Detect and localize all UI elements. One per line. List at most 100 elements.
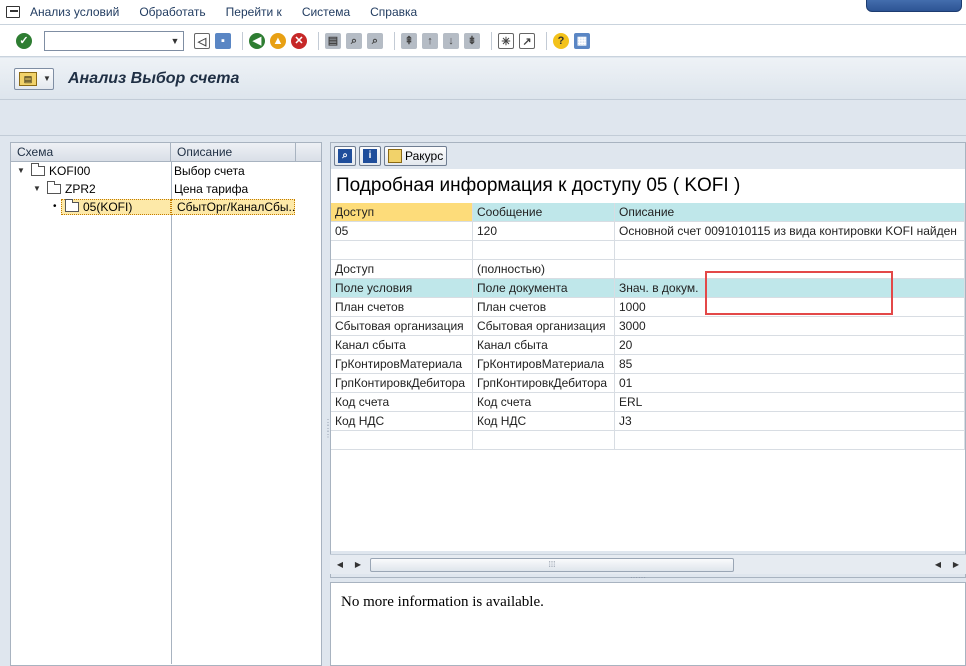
detail-toolbar: ⌕ i Ракурс [331, 143, 965, 169]
scroll-right-icon[interactable]: ▶ [352, 559, 364, 571]
cell-condition-field: ГрпКонтировкДебитора [331, 374, 473, 392]
col-header-description[interactable]: Описание [615, 203, 965, 221]
table-row[interactable]: Канал сбыта Канал сбыта 20 [331, 336, 965, 355]
chevron-down-icon[interactable]: ▼ [169, 35, 181, 47]
toolbar-separator [318, 31, 319, 50]
tree-node-label[interactable]: ZPR2 [65, 180, 96, 198]
cell-document-field: ГрКонтировМатериала [473, 355, 615, 373]
tree-body: ▼ KOFI00 Выбор счета ▼ ZPR2 Цена тарифа … [11, 162, 321, 664]
scroll-left-icon[interactable]: ◀ [334, 559, 346, 571]
find-next-icon[interactable]: ⌕ [367, 32, 383, 49]
info-message: No more information is available. [341, 594, 544, 610]
tree-node-label[interactable]: 05(KOFI) [83, 198, 132, 216]
cell-value: (полностью) [473, 260, 615, 278]
toolbar-separator [546, 31, 547, 50]
page-title: Анализ Выбор счета [68, 69, 240, 87]
vertical-splitter-handle[interactable]: ⋮ ⋮ ⋮ [324, 419, 332, 444]
cell-description: Основной счет 0091010115 из вида контиро… [615, 222, 965, 240]
save-icon[interactable]: ▪ [215, 32, 231, 49]
cancel-icon[interactable]: ✕ [291, 32, 307, 49]
find-button[interactable]: ⌕ [334, 146, 356, 166]
command-field[interactable]: ▼ [44, 30, 184, 51]
binoculars-icon: ⌕ [338, 149, 352, 163]
prev-page-icon[interactable]: ↑ [422, 32, 438, 49]
find-icon[interactable]: ⌕ [346, 32, 362, 49]
application-toolbar [0, 100, 966, 136]
cell-document-field: Код счета [473, 393, 615, 411]
cell-document-field: Канал сбыта [473, 336, 615, 354]
tree-row-selected[interactable]: • 05(KOFI) СбытОрг/КаналСбы... [11, 198, 321, 216]
scroll-right-end-icon[interactable]: ▶ [950, 559, 962, 571]
next-page-icon[interactable]: ↓ [443, 32, 459, 49]
tree-header-schema[interactable]: Схема [11, 143, 171, 161]
view-icon [388, 149, 402, 163]
cell-condition-field: ГрКонтировМатериала [331, 355, 473, 373]
command-input[interactable] [45, 31, 165, 50]
scroll-left-end-icon[interactable]: ◀ [932, 559, 944, 571]
window-controls[interactable] [866, 0, 962, 12]
shortcut-icon[interactable]: ↗ [519, 32, 535, 49]
cell-document-field: План счетов [473, 298, 615, 316]
expand-triangle-icon[interactable]: ▼ [17, 162, 25, 180]
col-header-condition-field[interactable]: Поле условия [331, 279, 473, 297]
cell-document-value: ERL [615, 393, 965, 411]
view-button-label: Ракурс [405, 149, 444, 163]
tree-row[interactable]: ▼ KOFI00 Выбор счета [11, 162, 321, 180]
toolbar-separator [491, 31, 492, 50]
menu-exit-icon[interactable] [6, 6, 20, 18]
help-icon[interactable]: ? [553, 32, 569, 49]
context-menu-icon: ▤ [19, 71, 37, 86]
detail-pane: ⌕ i Ракурс Подробная информация к доступ… [330, 142, 966, 578]
col-header-document-field[interactable]: Поле документа [473, 279, 615, 297]
table-row[interactable]: Код счета Код счета ERL [331, 393, 965, 412]
scrollbar-thumb[interactable]: ⁞⁞⁞ [370, 558, 734, 572]
open-folder-icon [47, 181, 61, 194]
cell-document-value: 85 [615, 355, 965, 373]
cell-condition-field: Канал сбыта [331, 336, 473, 354]
table-row[interactable]: План счетов План счетов 1000 [331, 298, 965, 317]
toolbar-separator [242, 31, 243, 50]
cell-document-field: ГрпКонтировкДебитора [473, 374, 615, 392]
menu-help[interactable]: Справка [370, 5, 417, 19]
tree-column-divider [171, 162, 172, 664]
grid-header-row: Доступ Сообщение Описание [331, 203, 965, 222]
expand-triangle-icon[interactable]: ▼ [33, 180, 41, 198]
new-session-icon[interactable]: ✳ [498, 32, 514, 49]
back-icon[interactable]: ◀ [249, 32, 265, 49]
tree-row[interactable]: ▼ ZPR2 Цена тарифа [11, 180, 321, 198]
table-row[interactable]: ГрКонтировМатериала ГрКонтировМатериала … [331, 355, 965, 374]
col-header-access[interactable]: Доступ [331, 203, 473, 221]
menu-condition-analysis[interactable]: Анализ условий [30, 5, 119, 19]
print-icon[interactable]: ▤ [325, 32, 341, 49]
table-row[interactable]: Сбытовая организация Сбытовая организаци… [331, 317, 965, 336]
cell-access: 05 [331, 222, 473, 240]
cell-label: Доступ [331, 260, 473, 278]
cell-document-value: 3000 [615, 317, 965, 335]
menu-system[interactable]: Система [302, 5, 350, 19]
layout-icon[interactable]: ▦ [574, 32, 590, 49]
cell-document-field: Сбытовая организация [473, 317, 615, 335]
grid-row-access[interactable]: 05 120 Основной счет 0091010115 из вида … [331, 222, 965, 241]
first-page-icon[interactable]: ⇞ [401, 32, 417, 49]
horizontal-scrollbar[interactable]: ◀ ▶ ⁞⁞⁞ ◀ ▶ [330, 554, 966, 574]
table-row[interactable]: ГрпКонтировкДебитора ГрпКонтировкДебитор… [331, 374, 965, 393]
menu-goto[interactable]: Перейти к [226, 5, 282, 19]
menu-edit[interactable]: Обработать [139, 5, 205, 19]
info-button[interactable]: i [359, 146, 381, 166]
tree-node-label[interactable]: KOFI00 [49, 162, 90, 180]
last-page-icon[interactable]: ⇟ [464, 32, 480, 49]
context-menu-button[interactable]: ▤ ▼ [14, 67, 54, 90]
horizontal-splitter-handle[interactable]: ⋯⋯ [630, 574, 650, 582]
col-header-message[interactable]: Сообщение [473, 203, 615, 221]
collapse-left-icon[interactable]: ◁ [194, 32, 210, 49]
info-pane: No more information is available. [330, 582, 966, 666]
table-row[interactable]: Код НДС Код НДС J3 [331, 412, 965, 431]
cell-document-value: 1000 [615, 298, 965, 316]
exit-icon[interactable]: ▲ [270, 32, 286, 49]
view-button[interactable]: Ракурс [384, 146, 448, 166]
cell-extra [615, 260, 965, 278]
col-header-document-value[interactable]: Знач. в докум. [615, 279, 965, 297]
tree-header-description[interactable]: Описание [171, 143, 296, 161]
cell-document-value: 20 [615, 336, 965, 354]
enter-checkmark-icon[interactable]: ✓ [16, 32, 32, 49]
